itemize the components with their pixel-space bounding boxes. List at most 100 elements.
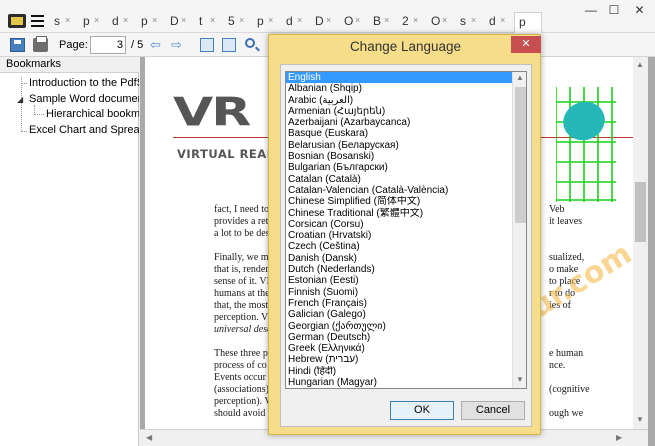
language-option[interactable]: Basque (Euskara) [286,128,513,139]
scroll-down-icon[interactable]: ▼ [636,415,644,424]
tab-close-icon[interactable]: × [297,15,302,25]
language-option[interactable]: Chinese Simplified (简体中文) [286,196,513,207]
language-option[interactable]: English [286,72,513,84]
tab-close-icon[interactable]: × [94,15,99,25]
language-list[interactable]: English Albanian (Shqip) Arabic (العربية) A… [285,71,527,389]
language-option[interactable]: Arabic (العربية) [286,95,513,106]
tab-0[interactable]: s × [50,12,78,33]
list-scrollbar[interactable]: ▲ ▼ [512,72,526,388]
tab-12[interactable]: 2 × [398,12,426,33]
language-option[interactable]: Bulgarian (Български) [286,162,513,173]
tab-6[interactable]: 5 × [224,12,252,33]
tab-close-icon[interactable]: × [65,15,70,25]
fit-page-icon[interactable] [200,38,214,52]
language-option[interactable]: Galician (Galego) [286,309,513,320]
language-option[interactable]: Hebrew (עברית) [286,354,513,365]
tab-1[interactable]: p × [79,12,107,33]
vertical-scrollbar[interactable]: ▲ ▼ [633,57,648,429]
collapse-triangle-icon[interactable]: ◢ [17,95,23,104]
tab-close-icon[interactable]: × [326,15,331,25]
language-option[interactable]: Corsican (Corsu) [286,219,513,230]
tab-label: O [344,14,354,28]
back-arrow-icon[interactable]: ⇦ [150,38,164,52]
tab-close-icon[interactable]: × [268,15,273,25]
tab-11[interactable]: B × [369,12,397,33]
tab-13[interactable]: O × [427,12,455,33]
language-option[interactable]: Azerbaijani (Azarbaycanca) [286,117,513,128]
language-option[interactable]: French (Français) [286,298,513,309]
scroll-up-icon[interactable]: ▲ [516,73,524,82]
tab-close-icon[interactable]: × [384,15,389,25]
page-label: Page: [59,39,88,51]
tab-14[interactable]: s × [456,12,484,33]
tab-close-icon[interactable]: × [355,15,360,25]
tab-8[interactable]: d × [282,12,310,33]
tab-close-icon[interactable]: × [123,15,128,25]
language-option[interactable]: Catalan-Valencian (Català-València) [286,185,513,196]
document-text-fragment: Veb [549,204,565,215]
language-option[interactable]: Albanian (Shqip) [286,83,513,94]
language-option[interactable]: Hungarian (Magyar) [286,377,513,388]
tab-7[interactable]: p × [253,12,281,33]
tab-9[interactable]: D × [311,12,339,33]
language-option[interactable]: Croatian (Hrvatski) [286,230,513,241]
tab-15[interactable]: d × [485,12,513,33]
bookmark-item[interactable]: Excel Chart and Spreads [29,123,139,137]
tab-label: d [112,14,119,28]
tab-close-icon[interactable]: × [181,15,186,25]
tab-2[interactable]: d × [108,12,136,33]
tab-3[interactable]: p × [137,12,165,33]
language-option[interactable]: Danish (Dansk) [286,253,513,264]
tab-4[interactable]: D × [166,12,194,33]
language-option[interactable]: Finnish (Suomi) [286,287,513,298]
language-option[interactable]: Dutch (Nederlands) [286,264,513,275]
scroll-down-icon[interactable]: ▼ [516,375,524,384]
save-icon[interactable] [10,38,25,52]
tab-10[interactable]: O × [340,12,368,33]
minimize-button[interactable]: — [578,0,604,22]
language-option[interactable]: Greek (Ελληνικά) [286,343,513,354]
close-window-button[interactable]: ✕ [624,0,655,22]
hamburger-menu-icon[interactable] [31,15,44,27]
bookmark-item[interactable]: Hierarchical bookm [46,107,139,121]
language-option[interactable]: Czech (Čeština) [286,241,513,252]
scroll-up-icon[interactable]: ▲ [636,60,644,69]
scroll-left-icon[interactable]: ◀ [146,433,152,442]
maximize-button[interactable]: ☐ [602,0,626,22]
tab-close-icon[interactable]: × [471,15,476,25]
tab-close-icon[interactable]: × [210,15,215,25]
print-icon[interactable] [33,36,48,52]
language-option[interactable]: Chinese Traditional (繁體中文) [286,208,513,219]
page-number-input[interactable] [90,36,126,54]
bookmark-item[interactable]: Introduction to the PdfS [29,76,139,90]
language-option[interactable]: Armenian (Հայերեն) [286,106,513,117]
list-scrollbar-thumb[interactable] [515,87,526,223]
language-option[interactable]: Bosnian (Bosanski) [286,151,513,162]
language-option[interactable]: Estonian (Eesti) [286,275,513,286]
tab-close-icon[interactable]: × [239,15,244,25]
tab-close-icon[interactable]: × [442,15,447,25]
tab-5[interactable]: t × [195,12,223,33]
scrollbar-thumb[interactable] [635,182,646,242]
tab-16[interactable]: p [514,12,542,33]
language-option[interactable]: Catalan (Català) [286,174,513,185]
language-option[interactable]: Georgian (ქართული) [286,321,513,332]
tab-label: p [257,14,264,28]
tab-label: B [373,14,382,28]
scroll-right-icon[interactable]: ▶ [616,433,622,442]
tab-close-icon[interactable]: × [500,15,505,25]
zoom-icon[interactable] [245,38,255,48]
tab-close-icon[interactable]: × [152,15,157,25]
app-logo-icon[interactable] [8,14,26,28]
ok-button[interactable]: OK [390,401,454,420]
forward-arrow-icon[interactable]: ⇨ [171,38,185,52]
dialog-close-button[interactable]: ✕ [511,36,541,53]
language-option[interactable]: Belarusian (Беларуская) [286,140,513,151]
tab-close-icon[interactable]: × [413,15,418,25]
cancel-button[interactable]: Cancel [461,401,525,420]
document-text-fragment: e human [549,348,584,359]
bookmark-item[interactable]: Sample Word documen [29,92,139,106]
fit-width-icon[interactable] [222,38,236,52]
language-option[interactable]: German (Deutsch) [286,332,513,343]
language-option[interactable]: Hindi (हिंदी) [286,366,513,377]
